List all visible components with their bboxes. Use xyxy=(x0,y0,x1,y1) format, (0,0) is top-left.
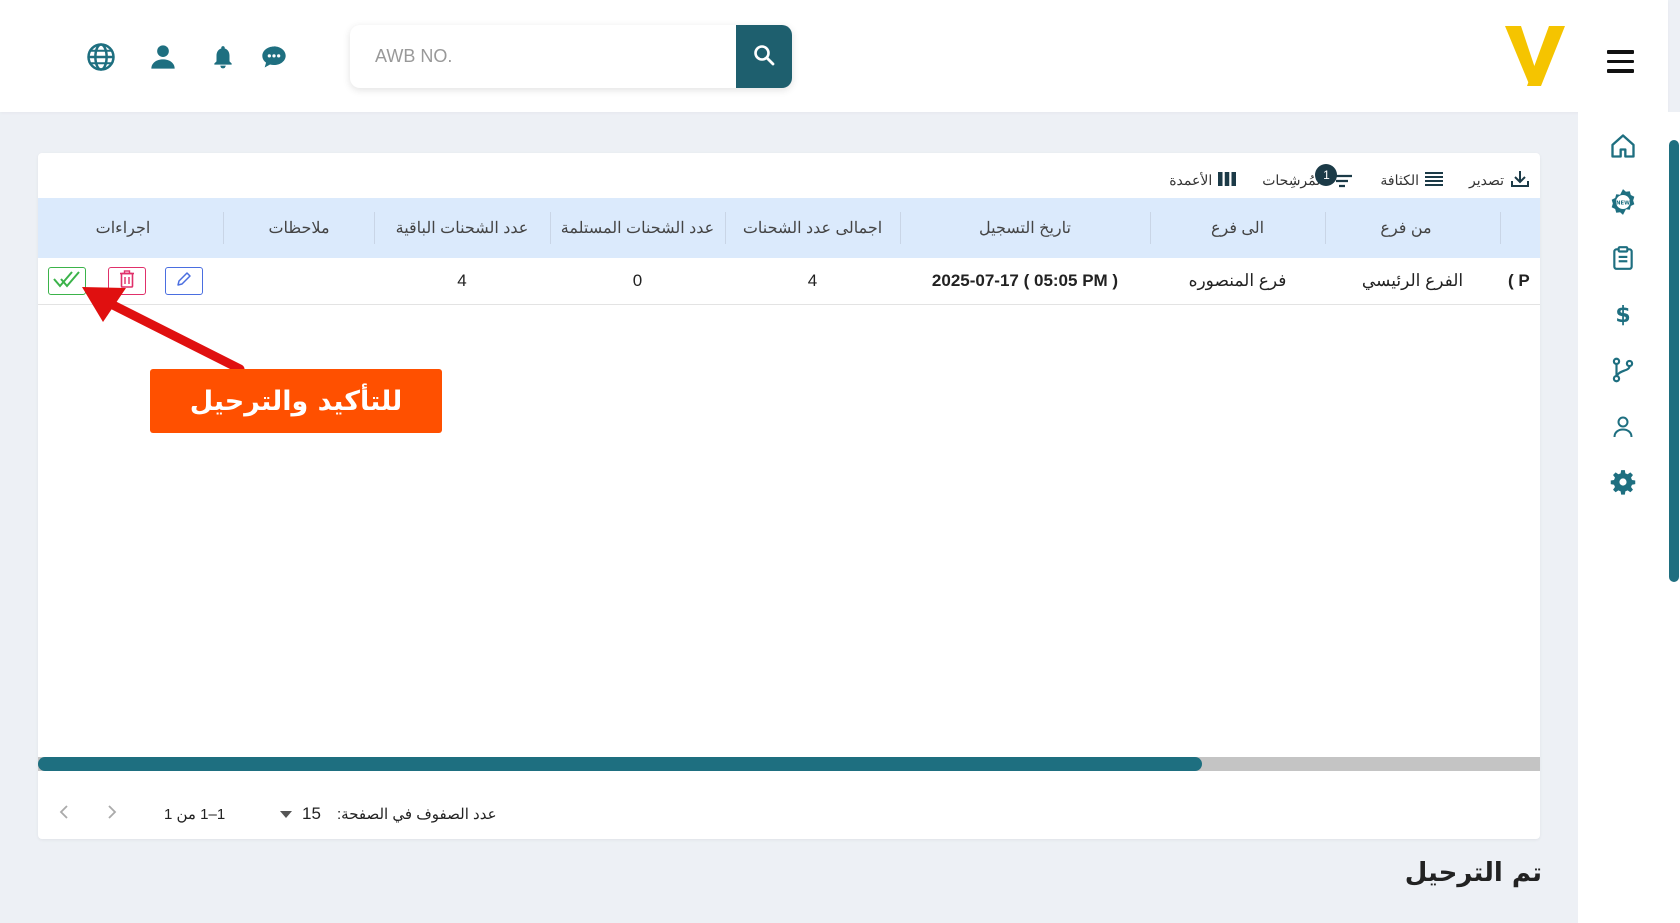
confirm-dispatch-button[interactable] xyxy=(48,267,86,295)
pencil-icon xyxy=(176,271,192,291)
table-header: من فرع الى فرع تاريخ التسجيل اجمالى عدد … xyxy=(38,198,1540,258)
horizontal-scrollbar[interactable] xyxy=(38,757,1202,771)
clipped-cell: ( P xyxy=(1508,271,1530,290)
globe-icon[interactable] xyxy=(84,40,118,74)
search-icon xyxy=(752,43,776,71)
rows-per-page-value: 15 xyxy=(302,804,321,823)
col-separator xyxy=(1325,212,1326,244)
chevron-left-icon xyxy=(58,804,70,824)
double-check-icon xyxy=(53,269,81,293)
col-header-remaining-shipments[interactable]: عدد الشحنات الباقية xyxy=(374,198,550,258)
col-separator xyxy=(1500,212,1501,244)
dispatched-section-title: تم الترحيل xyxy=(1404,858,1542,888)
col-separator xyxy=(374,212,375,244)
filter-icon: 1 xyxy=(1315,164,1354,190)
shipments-table-card: الأعمدة 1 المُرشِحات الكثافة تصدير من فر… xyxy=(38,153,1540,839)
trash-icon xyxy=(119,270,135,292)
settings-icon[interactable] xyxy=(1609,468,1637,496)
rows-per-page-select[interactable]: 15 xyxy=(280,789,321,839)
density-label: الكثافة xyxy=(1380,171,1419,188)
table-toolbar: الأعمدة 1 المُرشِحات الكثافة تصدير xyxy=(1169,163,1530,197)
chat-icon[interactable] xyxy=(257,40,291,74)
annotation-callout: للتأكيد والترحيل xyxy=(150,369,442,433)
rows-per-page-label: عدد الصفوف في الصفحة: xyxy=(337,806,497,823)
search-button[interactable] xyxy=(736,25,792,88)
col-separator xyxy=(223,212,224,244)
user-icon[interactable] xyxy=(146,40,180,74)
density-icon xyxy=(1424,171,1443,190)
export-label: تصدير xyxy=(1468,171,1504,188)
person-icon[interactable] xyxy=(1609,413,1637,441)
cell-reg-date: 2025-07-17 ( 05:05 PM ) xyxy=(931,271,1119,290)
col-separator xyxy=(900,212,901,244)
dollar-icon[interactable]: $ xyxy=(1609,300,1637,328)
bell-icon[interactable] xyxy=(206,40,240,74)
home-icon[interactable] xyxy=(1609,132,1637,160)
page-scrollbar[interactable] xyxy=(1669,140,1679,582)
cell-received-shipments: 0 xyxy=(632,271,643,290)
page-range: 1–1 من 1 xyxy=(164,806,226,823)
dropdown-arrow-icon xyxy=(280,806,292,823)
columns-button[interactable]: الأعمدة xyxy=(1169,171,1237,190)
svg-text:$: $ xyxy=(1615,303,1630,328)
col-header-total-shipments[interactable]: اجمالى عدد الشحنات xyxy=(725,198,900,258)
cell-remaining-shipments: 4 xyxy=(457,271,467,290)
columns-label: الأعمدة xyxy=(1169,171,1213,188)
col-header-received-shipments[interactable]: عدد الشحنات المستلمة xyxy=(550,198,725,258)
col-header-actions[interactable]: اجراءات xyxy=(38,198,208,258)
branches-icon[interactable] xyxy=(1609,356,1637,384)
col-header-to-branch[interactable]: الى فرع xyxy=(1150,198,1325,258)
cell-notes xyxy=(224,258,374,304)
col-header-reg-date[interactable]: تاريخ التسجيل xyxy=(900,198,1150,258)
next-page-button[interactable] xyxy=(106,789,118,839)
awb-search-input[interactable] xyxy=(350,25,730,88)
col-header-notes[interactable]: ملاحظات xyxy=(224,198,374,258)
delete-button[interactable] xyxy=(108,267,146,295)
pagination: عدد الصفوف في الصفحة: 15 1–1 من 1 xyxy=(38,789,1540,839)
top-bar xyxy=(0,0,1668,112)
menu-icon[interactable] xyxy=(1607,50,1634,74)
search-box xyxy=(350,25,792,88)
col-header-from-branch[interactable]: من فرع xyxy=(1318,198,1494,258)
density-button[interactable]: الكثافة xyxy=(1380,171,1443,190)
edit-button[interactable] xyxy=(165,267,203,295)
new-badge-icon[interactable]: NEW xyxy=(1609,188,1637,216)
table-row[interactable]: ( P الفرع الرئيسي فرع المنصوره 2025-07-1… xyxy=(38,258,1540,305)
clipboard-icon[interactable] xyxy=(1609,244,1637,272)
prev-page-button[interactable] xyxy=(58,789,70,839)
filters-button[interactable]: 1 المُرشِحات xyxy=(1262,164,1354,190)
columns-icon xyxy=(1218,171,1237,190)
download-icon xyxy=(1510,170,1530,191)
sidebar: NEW $ xyxy=(1578,112,1668,923)
export-button[interactable]: تصدير xyxy=(1469,170,1530,191)
chevron-right-icon xyxy=(106,804,118,824)
col-separator xyxy=(550,212,551,244)
app-logo[interactable] xyxy=(1501,22,1569,90)
col-separator xyxy=(725,212,726,244)
svg-text:NEW: NEW xyxy=(1616,200,1630,206)
cell-to-branch: فرع المنصوره xyxy=(1188,271,1287,290)
cell-total-shipments: 4 xyxy=(807,271,818,290)
col-separator xyxy=(1150,212,1151,244)
cell-from-branch: الفرع الرئيسي xyxy=(1361,271,1464,290)
